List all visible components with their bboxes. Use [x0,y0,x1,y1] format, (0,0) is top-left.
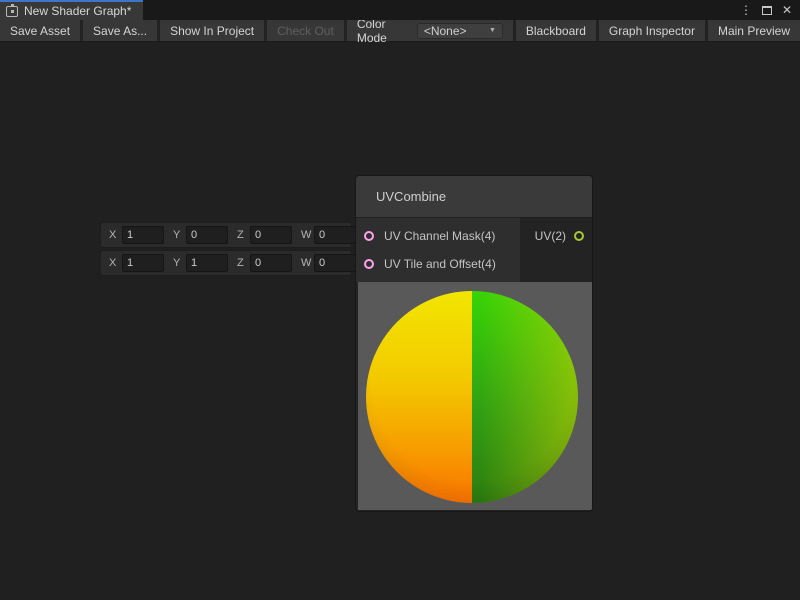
output-port-label: UV(2) [535,229,566,243]
node-inputs-panel: UV Channel Mask(4) UV Tile and Offset(4) [356,218,520,282]
chevron-down-icon: ▼ [489,27,496,34]
node-title: UVCombine [376,189,446,204]
axis-label-y: Y [173,229,182,241]
uv-preview-sphere [366,291,578,503]
vector-field-z: Z [237,226,292,244]
axis-label-z: Z [237,257,246,269]
axis-label-z: Z [237,229,246,241]
vector-z-input[interactable] [250,254,292,272]
vector-field-y: Y [173,254,228,272]
tab-bar: New Shader Graph* ⋮ ✕ [0,0,800,20]
show-in-project-button[interactable]: Show In Project [160,20,264,41]
graph-toolbar: Save Asset Save As... Show In Project Ch… [0,20,800,42]
graph-canvas[interactable]: X Y Z W X Y [0,42,800,600]
vector4-input-row-1[interactable]: X Y Z W [100,222,352,248]
shader-graph-asset-icon [6,6,18,17]
color-mode-value: <None> [424,24,467,38]
vector-field-w: W [301,254,356,272]
axis-label-x: X [109,257,118,269]
vector-field-w: W [301,226,356,244]
tab-new-shader-graph[interactable]: New Shader Graph* [0,0,143,20]
more-menu-icon[interactable]: ⋮ [740,4,752,16]
input-port-label: UV Channel Mask(4) [384,229,495,243]
input-port-row-uv-tile-offset: UV Tile and Offset(4) [356,250,520,278]
close-icon[interactable]: ✕ [782,4,792,16]
input-port-label: UV Tile and Offset(4) [384,257,496,271]
vector-w-input[interactable] [314,226,356,244]
node-header[interactable]: UVCombine [356,176,592,218]
check-out-button[interactable]: Check Out [267,20,344,41]
vector-x-input[interactable] [122,226,164,244]
graph-inspector-button[interactable]: Graph Inspector [599,20,705,41]
node-outputs-panel: UV(2) [520,218,592,282]
tab-title: New Shader Graph* [24,4,131,18]
vector-field-z: Z [237,254,292,272]
input-port-row-uv-channel-mask: UV Channel Mask(4) [356,222,520,250]
save-as-button[interactable]: Save As... [83,20,157,41]
color-mode-group: Color Mode <None> ▼ [347,20,513,41]
vector-field-y: Y [173,226,228,244]
window-controls: ⋮ ✕ [740,0,800,20]
vector-x-input[interactable] [122,254,164,272]
vector-y-input[interactable] [186,226,228,244]
axis-label-w: W [301,257,310,269]
save-asset-button[interactable]: Save Asset [0,20,80,41]
node-uvcombine[interactable]: UVCombine UV Channel Mask(4) UV Tile and… [355,175,593,512]
shader-graph-window: New Shader Graph* ⋮ ✕ Save Asset Save As… [0,0,800,600]
input-port-icon[interactable] [364,259,374,269]
output-port-icon[interactable] [574,231,584,241]
axis-label-w: W [301,229,310,241]
main-preview-button[interactable]: Main Preview [708,20,800,41]
vector-y-input[interactable] [186,254,228,272]
vector-field-x: X [109,254,164,272]
color-mode-label: Color Mode [357,17,409,45]
input-port-icon[interactable] [364,231,374,241]
output-port-row-uv: UV(2) [520,222,592,250]
vector-z-input[interactable] [250,226,292,244]
axis-label-x: X [109,229,118,241]
vector-field-x: X [109,226,164,244]
maximize-icon[interactable] [762,6,772,15]
axis-label-y: Y [173,257,182,269]
color-mode-dropdown[interactable]: <None> ▼ [417,23,503,39]
node-preview [358,282,592,510]
blackboard-button[interactable]: Blackboard [516,20,596,41]
vector-w-input[interactable] [314,254,356,272]
vector4-input-row-2[interactable]: X Y Z W [100,250,352,276]
sphere-shading [366,291,578,503]
node-port-section: UV Channel Mask(4) UV Tile and Offset(4)… [356,218,592,282]
